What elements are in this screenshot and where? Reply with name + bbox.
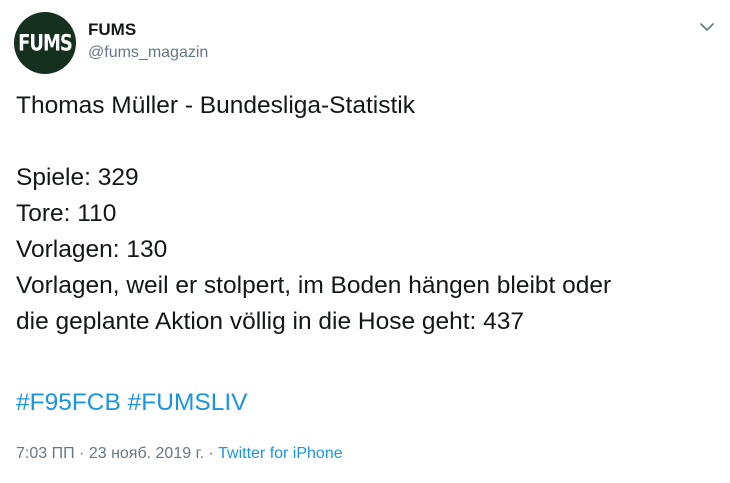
stat-line: die geplante Aktion völlig in die Hose g… [16,308,525,335]
tweet-date[interactable]: 23 нояб. 2019 г. [89,445,204,462]
separator-dot: · [208,445,214,462]
stat-line: Vorlagen, weil er stolpert, im Boden hän… [16,272,612,299]
avatar-logo-text: FUMS [18,29,73,57]
tweet-time[interactable]: 7:03 ПП [16,445,75,462]
avatar[interactable]: FUMS [14,12,76,74]
stat-line: Tore: 110 [16,200,117,227]
tweet-text: Thomas Müller - Bundesliga-Statistik Spi… [16,88,721,340]
hashtag-row: #F95FCB #FUMSLIV [16,385,247,421]
user-handle[interactable]: @fums_magazin [88,44,208,62]
separator-dot: · [79,445,85,462]
hashtag-link[interactable]: #FUMSLIV [128,389,248,416]
display-name[interactable]: FUMS [88,20,136,40]
stat-line: Spiele: 329 [16,164,139,191]
tweet-metadata: 7:03 ПП · 23 нояб. 2019 г. · Twitter for… [16,445,343,463]
hashtag-link[interactable]: #F95FCB [16,389,121,416]
stat-line: Vorlagen: 130 [16,236,168,263]
chevron-down-icon[interactable] [697,17,717,37]
tweet-card: FUMS FUMS @fums_magazin Thomas Müller - … [0,0,730,483]
tweet-title-line: Thomas Müller - Bundesliga-Statistik [16,92,415,119]
tweet-source-link[interactable]: Twitter for iPhone [218,445,343,462]
